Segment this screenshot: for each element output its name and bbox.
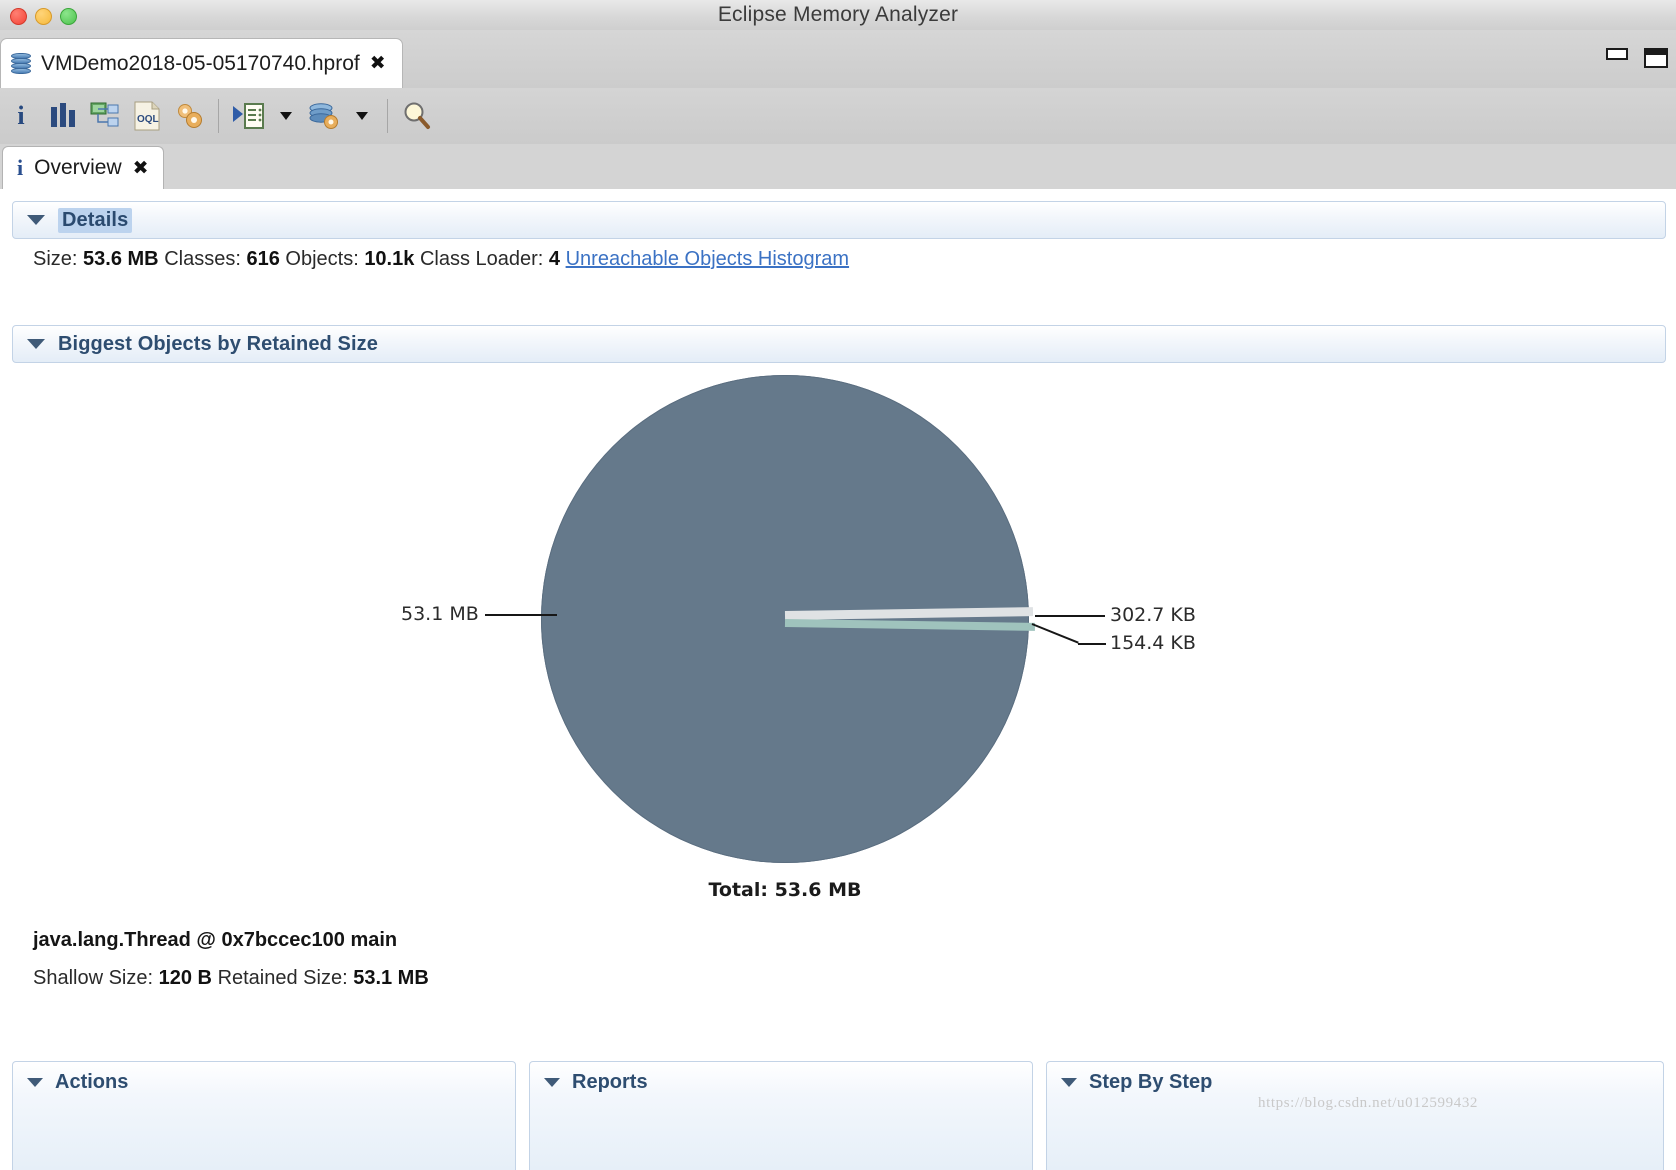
open-query-browser-button[interactable]	[303, 94, 345, 138]
classes-label: Classes:	[164, 248, 241, 270]
objects-value: 10.1k	[364, 248, 415, 270]
overview-info-icon: i	[17, 101, 25, 130]
class-loader-value: 4	[548, 248, 561, 270]
collapse-twisty-icon[interactable]	[1061, 1077, 1077, 1087]
run-report-icon	[233, 103, 264, 129]
dominator-tree-icon	[90, 102, 119, 127]
histogram-icon	[51, 103, 75, 127]
retained-size-pie-chart[interactable]: 53.1 MB 302.7 KB 154.4 KB Total: 53.6 MB	[0, 359, 1676, 919]
run-expert-system-test-dropdown[interactable]	[269, 94, 303, 138]
overview-info-button[interactable]: i	[0, 94, 42, 138]
unreachable-objects-histogram-link[interactable]: Unreachable Objects Histogram	[566, 248, 849, 270]
close-icon[interactable]: ✖	[133, 158, 149, 178]
panel-step-by-step-title: Step By Step	[1089, 1070, 1213, 1093]
objects-label: Objects:	[285, 248, 359, 270]
collapse-twisty-icon[interactable]	[27, 339, 45, 349]
open-query-browser-dropdown[interactable]	[345, 94, 379, 138]
class-loader-label: Class Loader:	[419, 248, 544, 270]
overview-content: Details Size: 53.6 MB Classes: 616 Objec…	[0, 189, 1676, 1170]
query-browser-icon	[309, 103, 338, 129]
find-object-button[interactable]	[396, 94, 438, 138]
tab-overview[interactable]: i Overview ✖	[2, 146, 164, 189]
search-icon	[404, 102, 430, 129]
size-label: Size:	[33, 248, 78, 270]
editor-tab-label: VMDemo2018-05-05170740.hprof	[41, 51, 360, 75]
panel-actions-header[interactable]: Actions	[13, 1062, 515, 1102]
collapse-twisty-icon[interactable]	[27, 1077, 43, 1087]
size-value: 53.6 MB	[83, 248, 159, 270]
collapse-twisty-icon[interactable]	[27, 215, 45, 225]
dominator-tree-button[interactable]	[84, 94, 126, 138]
heap-dump-icon	[11, 52, 31, 75]
chevron-down-icon	[356, 112, 368, 120]
collapse-twisty-icon[interactable]	[544, 1077, 560, 1087]
classes-value: 616	[246, 248, 280, 270]
panel-actions[interactable]: Actions	[12, 1061, 516, 1170]
close-icon[interactable]: ✖	[370, 54, 386, 73]
info-icon: i	[17, 155, 24, 180]
pie-total-label: Total: 53.6 MB	[708, 879, 862, 901]
window-restore-controls	[1606, 48, 1668, 68]
shallow-size-value: 120 B	[158, 967, 212, 989]
leader-line-third-diagonal	[1031, 623, 1079, 644]
details-summary-line: Size: 53.6 MB Classes: 616 Objects: 10.1…	[33, 248, 849, 271]
leader-line-second	[1035, 615, 1105, 617]
run-expert-system-test-button[interactable]	[227, 94, 269, 138]
panel-reports-header[interactable]: Reports	[530, 1062, 1032, 1102]
histogram-button[interactable]	[42, 94, 84, 138]
tab-overview-label: Overview	[34, 156, 122, 179]
pie-label-main: 53.1 MB	[401, 603, 479, 625]
selected-object-title: java.lang.Thread @ 0x7bccec100 main	[33, 929, 398, 951]
gear-cluster-icon	[178, 104, 202, 128]
editor-tab-heap-dump[interactable]: VMDemo2018-05-05170740.hprof ✖	[0, 38, 403, 88]
panel-reports[interactable]: Reports	[529, 1061, 1033, 1170]
eclipse-memory-analyzer-window: Eclipse Memory Analyzer VMDemo2018-05-05…	[0, 0, 1676, 1170]
panel-step-by-step[interactable]: Step By Step	[1046, 1061, 1664, 1170]
leader-line-third	[1078, 643, 1106, 645]
main-toolbar: i OQL	[0, 88, 1676, 145]
chevron-down-icon	[280, 112, 292, 120]
oql-button[interactable]: OQL	[126, 94, 168, 138]
window-title: Eclipse Memory Analyzer	[717, 3, 959, 26]
leader-line-main	[485, 614, 557, 616]
pie-label-third: 154.4 KB	[1110, 632, 1196, 654]
panel-reports-title: Reports	[572, 1070, 648, 1093]
retained-size-label: Retained Size:	[217, 967, 348, 989]
minimize-icon[interactable]	[1606, 48, 1628, 60]
svg-text:OQL: OQL	[137, 114, 159, 125]
window-titlebar: Eclipse Memory Analyzer	[0, 0, 1676, 31]
pie-label-second: 302.7 KB	[1110, 604, 1196, 626]
calculate-retained-size-button[interactable]	[168, 94, 210, 138]
panel-actions-title: Actions	[55, 1070, 129, 1093]
biggest-objects-section-title: Biggest Objects by Retained Size	[58, 332, 378, 355]
editor-tab-strip: VMDemo2018-05-05170740.hprof ✖	[0, 30, 1676, 89]
details-section-title: Details	[58, 207, 133, 233]
selected-object-sizes: Shallow Size: 120 B Retained Size: 53.1 …	[33, 967, 429, 990]
details-section-header[interactable]: Details	[12, 201, 1666, 239]
toolbar-separator	[218, 99, 219, 133]
view-tab-strip: i Overview ✖	[0, 144, 1676, 190]
shallow-size-label: Shallow Size:	[33, 967, 154, 989]
biggest-objects-section-header[interactable]: Biggest Objects by Retained Size	[12, 325, 1666, 363]
toolbar-separator	[387, 99, 388, 133]
maximize-icon[interactable]	[1644, 48, 1668, 68]
retained-size-value: 53.1 MB	[353, 967, 429, 989]
watermark: https://blog.csdn.net/u012599432	[1258, 1095, 1479, 1111]
oql-icon: OQL	[134, 101, 160, 131]
